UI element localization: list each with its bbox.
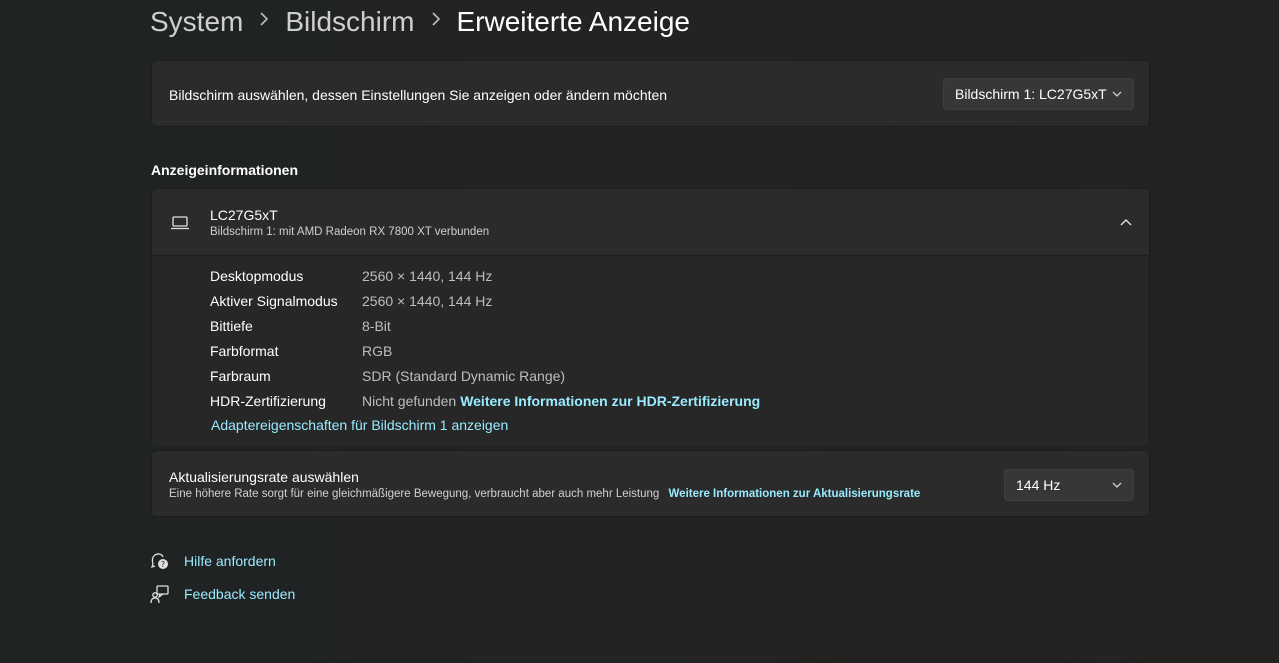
display-select-label: Bildschirm auswählen, dessen Einstellung… xyxy=(169,87,668,103)
info-value: Nicht gefunden xyxy=(362,393,457,409)
settings-page: System Bildschirm Erweiterte Anzeige Bil… xyxy=(0,0,1279,663)
info-row-signalmodus: Aktiver Signalmodus 2560 × 1440, 144 Hz xyxy=(210,291,492,311)
refresh-rate-description: Eine höhere Rate sorgt für eine gleichmä… xyxy=(169,488,920,500)
help-link-label[interactable]: Hilfe anfordern xyxy=(184,553,276,569)
page-title: Erweiterte Anzeige xyxy=(456,6,690,37)
feedback-link-label[interactable]: Feedback senden xyxy=(184,586,295,602)
info-value: RGB xyxy=(362,343,393,359)
feedback-link-row[interactable]: Feedback senden xyxy=(150,583,295,605)
chevron-right-icon xyxy=(243,10,285,31)
breadcrumb: System Bildschirm Erweiterte Anzeige xyxy=(150,0,690,44)
refresh-rate-info-link[interactable]: Weitere Informationen zur Aktualisierung… xyxy=(669,488,921,500)
monitor-name: LC27G5xT xyxy=(210,207,278,223)
breadcrumb-system[interactable]: System xyxy=(150,6,243,38)
info-value: 8-Bit xyxy=(362,318,391,334)
breadcrumb-bildschirm[interactable]: Bildschirm xyxy=(285,6,414,38)
refresh-rate-value: 144 Hz xyxy=(1016,477,1061,493)
display-select-dropdown[interactable]: Bildschirm 1: LC27G5xT xyxy=(943,78,1134,110)
info-key: Aktiver Signalmodus xyxy=(210,293,338,309)
chevron-down-icon xyxy=(1112,482,1122,488)
display-info-card: LC27G5xT Bildschirm 1: mit AMD Radeon RX… xyxy=(151,188,1150,446)
info-row-desktopmodus: Desktopmodus 2560 × 1440, 144 Hz xyxy=(210,266,492,286)
feedback-icon xyxy=(150,585,169,604)
display-select-value: Bildschirm 1: LC27G5xT xyxy=(955,86,1107,102)
section-title: Anzeigeinformationen xyxy=(151,162,299,178)
info-key: Farbformat xyxy=(210,343,279,359)
adapter-properties-link[interactable]: Adaptereigenschaften für Bildschirm 1 an… xyxy=(211,417,508,433)
chevron-right-icon xyxy=(415,10,457,31)
display-info-body: Desktopmodus 2560 × 1440, 144 Hz Aktiver… xyxy=(152,256,1149,446)
info-value: SDR (Standard Dynamic Range) xyxy=(362,368,566,384)
info-key: Farbraum xyxy=(210,368,271,384)
refresh-rate-dropdown[interactable]: 144 Hz xyxy=(1004,469,1134,501)
svg-text:?: ? xyxy=(161,560,165,569)
info-value: 2560 × 1440, 144 Hz xyxy=(362,268,493,284)
display-select-card: Bildschirm auswählen, dessen Einstellung… xyxy=(151,60,1150,127)
display-info-header[interactable]: LC27G5xT Bildschirm 1: mit AMD Radeon RX… xyxy=(152,189,1149,256)
monitor-subtitle: Bildschirm 1: mit AMD Radeon RX 7800 XT … xyxy=(210,226,490,238)
laptop-icon xyxy=(171,216,189,230)
help-icon: ? xyxy=(150,553,168,569)
info-row-hdr: HDR-Zertifizierung Nicht gefunden Weiter… xyxy=(210,391,760,411)
info-key: Bittiefe xyxy=(210,318,253,334)
info-key: HDR-Zertifizierung xyxy=(210,393,326,409)
info-value: 2560 × 1440, 144 Hz xyxy=(362,293,493,309)
chevron-up-icon[interactable] xyxy=(1119,216,1133,228)
refresh-rate-description-text: Eine höhere Rate sorgt für eine gleichmä… xyxy=(169,488,660,500)
refresh-rate-card: Aktualisierungsrate auswählen Eine höher… xyxy=(151,450,1150,517)
chevron-down-icon xyxy=(1112,91,1122,97)
info-row-farbformat: Farbformat RGB xyxy=(210,341,392,361)
info-row-bittiefe: Bittiefe 8-Bit xyxy=(210,316,391,336)
refresh-rate-title: Aktualisierungsrate auswählen xyxy=(169,469,359,485)
info-key: Desktopmodus xyxy=(210,268,304,284)
hdr-info-link[interactable]: Weitere Informationen zur HDR-Zertifizie… xyxy=(460,393,760,409)
info-row-farbraum: Farbraum SDR (Standard Dynamic Range) xyxy=(210,366,565,386)
help-link-row[interactable]: ? Hilfe anfordern xyxy=(150,550,276,572)
